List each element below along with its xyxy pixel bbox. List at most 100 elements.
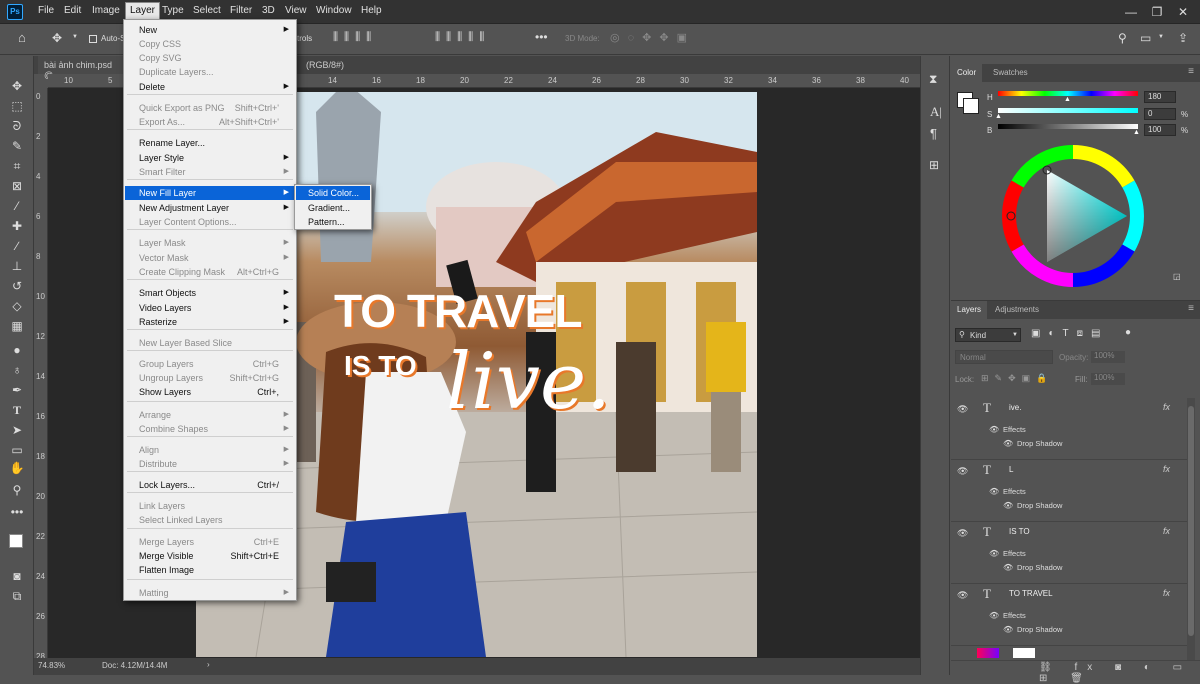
- fx-icon[interactable]: fx: [1163, 464, 1170, 474]
- menu-edit[interactable]: Edit: [64, 5, 81, 16]
- hand-tool-icon[interactable]: ✋: [9, 460, 25, 476]
- resize-grip-icon[interactable]: ◲: [1173, 272, 1181, 281]
- tab-color[interactable]: Color: [951, 64, 983, 82]
- layer-menu-item-delete[interactable]: Delete ▶: [125, 80, 295, 94]
- menu-view[interactable]: View: [285, 5, 307, 16]
- zoom-level[interactable]: 74.83%: [38, 661, 65, 670]
- layer-menu-item-new[interactable]: New ▶: [125, 23, 295, 37]
- menu-type[interactable]: Type: [162, 5, 184, 16]
- visibility-eye-icon[interactable]: 👁: [957, 528, 968, 539]
- effects-eye-icon[interactable]: 👁: [989, 549, 999, 558]
- drop-shadow-eye-icon[interactable]: 👁: [1003, 563, 1013, 572]
- effects-eye-icon[interactable]: 👁: [989, 611, 999, 620]
- history-brush-icon[interactable]: ↺: [9, 278, 25, 294]
- filter-type-icons[interactable]: ▣◐T⧈▤: [1031, 328, 1108, 339]
- 3d-mode-icons[interactable]: ◎◌✥✥▣: [610, 31, 695, 44]
- menu-file[interactable]: File: [38, 5, 54, 16]
- menu-image[interactable]: Image: [92, 5, 120, 16]
- eyedropper-tool-icon[interactable]: ⁄: [9, 198, 25, 214]
- layer-menu-item-lock-layers[interactable]: Lock Layers... Ctrl+/: [125, 478, 295, 492]
- zoom-tool-icon[interactable]: ⚲: [9, 482, 25, 498]
- move-tool-icon[interactable]: ✥: [9, 78, 25, 94]
- share-icon[interactable]: ⇪: [1178, 31, 1188, 45]
- character-panel-icon[interactable]: A|: [930, 104, 942, 120]
- tab-layers[interactable]: Layers: [951, 301, 988, 319]
- layers-scrollbar-thumb[interactable]: [1188, 406, 1194, 636]
- crop-tool-icon[interactable]: ⌗: [9, 158, 25, 174]
- fx-icon[interactable]: fx: [1163, 526, 1170, 536]
- type-tool-icon[interactable]: T: [9, 402, 25, 418]
- fx-icon[interactable]: fx: [1163, 588, 1170, 598]
- quick-select-tool-icon[interactable]: ✎: [9, 138, 25, 154]
- document-tab[interactable]: bài ảnh chim.psd @: [38, 56, 123, 80]
- effects-eye-icon[interactable]: 👁: [989, 487, 999, 496]
- submenu-solid-color[interactable]: Solid Color...: [296, 186, 370, 200]
- hue-slider-thumb-icon[interactable]: ▲: [1064, 96, 1071, 103]
- blend-mode-select[interactable]: Normal: [955, 350, 1053, 364]
- brightness-value[interactable]: 100: [1144, 124, 1176, 136]
- lock-icons[interactable]: ⊞✎✥▣🔒: [981, 373, 1053, 384]
- layer-menu-item-show-layers[interactable]: Show Layers Ctrl+,: [125, 385, 295, 399]
- home-icon[interactable]: ⌂: [18, 30, 26, 45]
- layer-menu-item-rasterize[interactable]: Rasterize ▶: [125, 315, 295, 329]
- menu-filter[interactable]: Filter: [230, 5, 252, 16]
- move-tool-icon[interactable]: ✥: [52, 31, 62, 45]
- layer-name[interactable]: IS TO: [1009, 527, 1030, 536]
- fx-icon[interactable]: fx: [1163, 402, 1170, 412]
- submenu-pattern[interactable]: Pattern...: [296, 215, 370, 229]
- menu-window[interactable]: Window: [316, 5, 352, 16]
- menu-help[interactable]: Help: [361, 5, 382, 16]
- hue-value[interactable]: 180: [1144, 91, 1176, 103]
- align-icons[interactable]: ⫼⫼⫼⫼: [333, 31, 377, 44]
- drop-shadow-eye-icon[interactable]: 👁: [1003, 501, 1013, 510]
- drop-shadow-label[interactable]: Drop Shadow: [1017, 625, 1062, 634]
- visibility-eye-icon[interactable]: 👁: [957, 404, 968, 415]
- layer-row-partial[interactable]: [951, 646, 1187, 658]
- gradient-tool-icon[interactable]: ▦: [9, 318, 25, 334]
- brightness-thumb-icon[interactable]: ▲: [1133, 129, 1140, 136]
- layer-menu-item-merge-visible[interactable]: Merge Visible Shift+Ctrl+E: [125, 549, 295, 563]
- status-chevron-icon[interactable]: ›: [207, 660, 210, 669]
- layer-menu-item-rename-layer[interactable]: Rename Layer...: [125, 136, 295, 150]
- foreground-color-swatch[interactable]: [9, 534, 23, 548]
- pen-tool-icon[interactable]: ✒: [9, 382, 25, 398]
- layer-menu-item-flatten-image[interactable]: Flatten Image: [125, 563, 295, 577]
- blur-tool-icon[interactable]: ●: [9, 342, 25, 358]
- brush-tool-icon[interactable]: ∕: [9, 238, 25, 254]
- more-tools-icon[interactable]: •••: [9, 504, 25, 520]
- layer-menu-item-video-layers[interactable]: Video Layers ▶: [125, 301, 295, 315]
- search-icon[interactable]: ⚲: [1118, 31, 1127, 45]
- saturation-thumb-icon[interactable]: ▲: [995, 113, 1002, 120]
- tab-swatches[interactable]: Swatches: [987, 64, 1034, 82]
- layers-panel-menu-icon[interactable]: ≡: [1188, 303, 1194, 314]
- saturation-slider[interactable]: [998, 108, 1138, 113]
- paragraph-panel-icon[interactable]: ¶: [930, 126, 937, 141]
- chevron-down-icon[interactable]: ▼: [72, 34, 78, 40]
- menu-3d[interactable]: 3D: [262, 5, 275, 16]
- workspace-chevron-icon[interactable]: ▼: [1158, 34, 1164, 40]
- auto-select-checkbox[interactable]: [89, 35, 97, 43]
- distribute-icons[interactable]: ⫼⫼⫼⫼⫼: [435, 31, 490, 44]
- layer-action-icons[interactable]: ⛓ fx ◙ ◐ ▭ ⊞ 🗑: [1039, 662, 1200, 684]
- layer-row[interactable]: 👁 T ive. fx 👁 Effects 👁 Drop Shadow: [951, 398, 1187, 460]
- quick-mask-icon[interactable]: ◙: [9, 568, 25, 584]
- drop-shadow-label[interactable]: Drop Shadow: [1017, 501, 1062, 510]
- marquee-tool-icon[interactable]: ⬚: [9, 98, 25, 114]
- canvas-text-is-to[interactable]: IS TO: [344, 350, 417, 382]
- tab-adjustments[interactable]: Adjustments: [989, 301, 1045, 319]
- canvas-text-to-travel[interactable]: TO TRAVEL: [334, 284, 582, 338]
- brightness-slider[interactable]: [998, 124, 1138, 129]
- drop-shadow-eye-icon[interactable]: 👁: [1003, 625, 1013, 634]
- healing-tool-icon[interactable]: ✚: [9, 218, 25, 234]
- layer-name[interactable]: L: [1009, 465, 1013, 474]
- opacity-value[interactable]: 100%: [1091, 351, 1125, 363]
- menu-select[interactable]: Select: [193, 5, 221, 16]
- fill-value[interactable]: 100%: [1091, 373, 1125, 385]
- visibility-eye-icon[interactable]: 👁: [957, 590, 968, 601]
- layers-scrollbar[interactable]: [1187, 398, 1195, 660]
- layer-row[interactable]: 👁 T TO TRAVEL fx 👁 Effects 👁 Drop Shadow: [951, 584, 1187, 646]
- screen-mode-icon[interactable]: ⧉: [9, 588, 25, 604]
- properties-panel-icon[interactable]: ⊞: [929, 158, 939, 172]
- rectangle-tool-icon[interactable]: ▭: [9, 442, 25, 458]
- lasso-tool-icon[interactable]: ᘐ: [9, 118, 25, 134]
